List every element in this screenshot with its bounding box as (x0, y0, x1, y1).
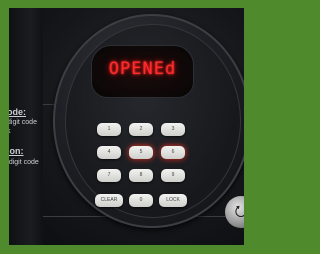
key-5[interactable]: 5 (129, 146, 153, 159)
instruction-line: digit code (9, 119, 37, 126)
key-1[interactable]: 1 (97, 123, 121, 136)
key-9[interactable]: 9 (161, 169, 185, 182)
instruction-line: k (9, 128, 11, 136)
instruction-heading: ion: (9, 146, 24, 156)
instruction-line: 4 digit code (9, 159, 39, 166)
photo-frame: ode: digit code k ion: 4 digit code OPEN… (0, 0, 253, 254)
led-display: OPENEd (91, 45, 194, 98)
key-lock[interactable]: LOCK (159, 194, 187, 207)
key-3[interactable]: 3 (161, 123, 185, 136)
safe-photo: ode: digit code k ion: 4 digit code OPEN… (9, 8, 244, 245)
rotate-arrow-icon: ⭮ (234, 202, 244, 220)
key-7[interactable]: 7 (97, 169, 121, 182)
key-clear[interactable]: CLEAR (95, 194, 123, 207)
key-2[interactable]: 2 (129, 123, 153, 136)
key-0[interactable]: 0 (129, 194, 153, 207)
key-8[interactable]: 8 (129, 169, 153, 182)
display-status: OPENEd (108, 59, 177, 79)
instruction-heading: ode: (9, 107, 26, 117)
key-4[interactable]: 4 (97, 146, 121, 159)
lock-knob-icon[interactable]: ⭮ (225, 196, 244, 228)
key-6[interactable]: 6 (161, 146, 185, 159)
